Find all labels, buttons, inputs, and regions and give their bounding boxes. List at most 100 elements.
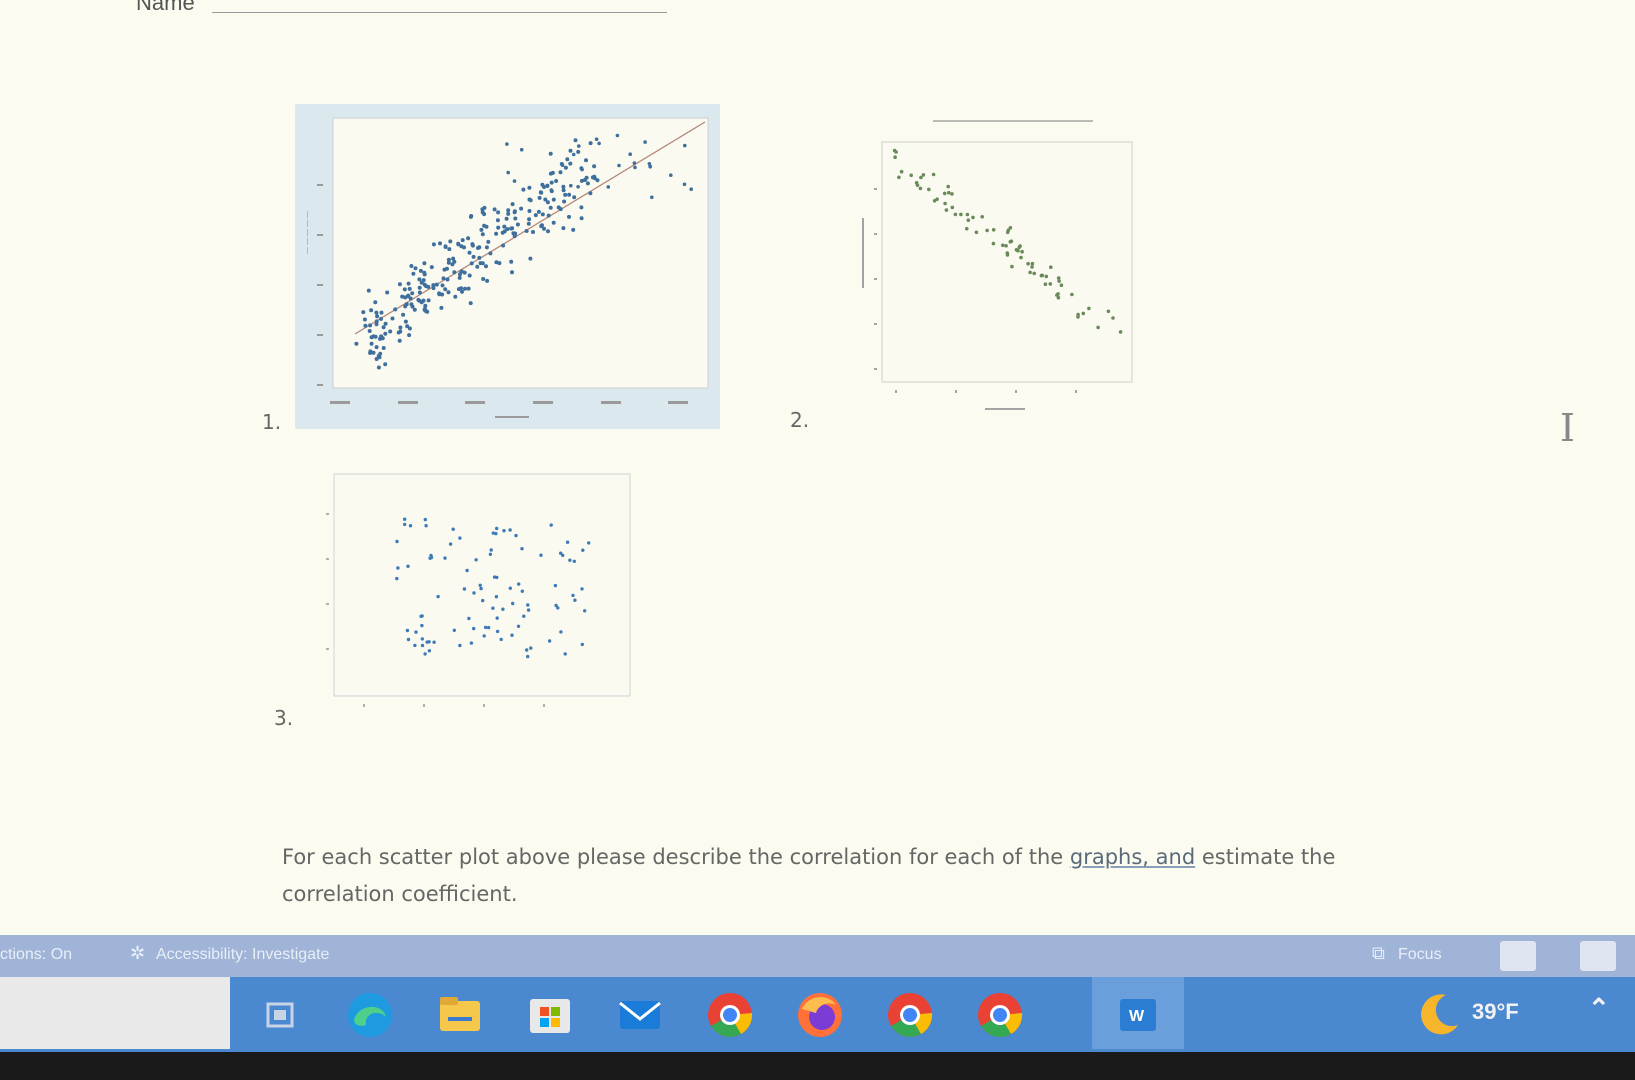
scatter-point (572, 195, 577, 200)
scatter-point (417, 285, 422, 290)
scatter-point (539, 190, 544, 195)
scatter-point (418, 268, 423, 273)
scatter-point (894, 150, 898, 154)
scatter-point (547, 639, 552, 643)
scatter-point (368, 351, 373, 355)
question-number-2: 2. (790, 408, 810, 432)
scatter-point (470, 243, 475, 248)
scatter-point (452, 628, 456, 632)
scatter-point (519, 206, 524, 211)
status-bar: ctions: On ✲ Accessibility: Investigate … (0, 935, 1635, 977)
scatter-point (411, 271, 416, 276)
scatter-point (563, 652, 567, 656)
scatter-point (580, 587, 584, 591)
scatter-point (1087, 306, 1091, 311)
scatter-point (560, 163, 565, 168)
scatter-point (1030, 265, 1034, 269)
mail-icon[interactable] (612, 987, 668, 1043)
scatter-point (529, 646, 533, 650)
chrome-icon[interactable] (702, 987, 758, 1043)
scatter-point (947, 190, 951, 195)
scatter-point (576, 149, 581, 154)
scatter-point (426, 284, 431, 289)
scatter-point (580, 167, 584, 172)
scatter-point (453, 294, 458, 299)
scatter-point (485, 278, 490, 283)
scatter-point (437, 292, 442, 297)
scatter-point (549, 523, 553, 527)
scatter-point (429, 553, 433, 558)
accessibility-icon: ✲ (130, 943, 146, 963)
microsoft-store-icon[interactable] (522, 987, 578, 1043)
scatter-point (474, 558, 478, 562)
text-predictions-status[interactable]: ctions: On (0, 946, 72, 964)
chrome-profile-icon[interactable] (972, 987, 1028, 1043)
scatter-point (572, 559, 576, 563)
scatter-point (501, 243, 506, 248)
scatter-point (991, 241, 996, 246)
scatter-point (1028, 270, 1032, 275)
task-view-icon[interactable] (252, 987, 308, 1043)
scatter-point (508, 528, 512, 532)
focus-button[interactable]: Focus (1398, 946, 1442, 964)
scatter-point (383, 362, 388, 367)
scatter-point (409, 302, 414, 307)
scatter-point (448, 542, 453, 546)
accessibility-status[interactable]: Accessibility: Investigate (156, 946, 329, 964)
scatter-point (452, 270, 457, 275)
firefox-icon[interactable] (792, 987, 848, 1043)
temperature-label[interactable]: 39°F (1472, 999, 1519, 1025)
scatter-point (476, 246, 480, 250)
scatter-point (1076, 315, 1080, 319)
scatter-point (445, 266, 449, 271)
scatter-point (511, 601, 515, 606)
edge-icon[interactable] (342, 987, 398, 1043)
scatter-point (429, 265, 434, 270)
scatter-point (505, 142, 509, 146)
scatter-point (590, 175, 595, 180)
scatter-point (441, 276, 446, 281)
scatter-point (650, 195, 654, 200)
scatter-point (1044, 274, 1049, 279)
chrome-profile-icon[interactable] (882, 987, 938, 1043)
scatter-point (573, 138, 578, 143)
scatter-point (381, 346, 386, 350)
scatter-point (689, 187, 693, 191)
scatter-point (448, 239, 453, 244)
instruction-underlined-phrase[interactable]: graphs, and (1070, 845, 1195, 869)
scatter-point (633, 165, 637, 170)
scatter-point (562, 199, 567, 204)
scatter-point (414, 630, 418, 634)
file-explorer-icon[interactable] (432, 987, 488, 1043)
scatter-point (508, 586, 512, 590)
weather-moon-icon[interactable] (1410, 987, 1466, 1043)
scatter-point (594, 137, 599, 141)
print-layout-button[interactable] (1580, 941, 1616, 971)
scatter-point (1081, 311, 1086, 316)
scatter-point (425, 640, 429, 644)
read-mode-button[interactable] (1500, 941, 1536, 971)
scatter-point (519, 147, 524, 152)
taskbar-search-box[interactable] (0, 977, 230, 1049)
scatter-point (549, 188, 554, 192)
word-icon[interactable]: W (1110, 987, 1166, 1043)
scatter-point (502, 224, 507, 229)
scatter-point (403, 319, 408, 324)
scatter-point (354, 341, 359, 346)
document-page[interactable]: Name 1. — — — — — 2. 3. For each scatter… (0, 0, 1635, 935)
scatter-point (536, 209, 541, 214)
scatter-point (583, 609, 587, 613)
scatter-point (683, 143, 687, 148)
scatter-point (597, 141, 601, 146)
scatter-point (395, 576, 399, 581)
scatter-point (374, 345, 379, 350)
scatter-point (606, 185, 611, 189)
scatter-point (568, 161, 573, 166)
scatter-point (527, 217, 532, 222)
chevron-up-icon[interactable]: ⌃ (1588, 993, 1610, 1024)
scatter-point (445, 277, 450, 282)
scatter-point (585, 181, 590, 186)
scatter-point (499, 637, 503, 642)
scatter-point (496, 210, 501, 215)
scatter-point (512, 179, 517, 183)
